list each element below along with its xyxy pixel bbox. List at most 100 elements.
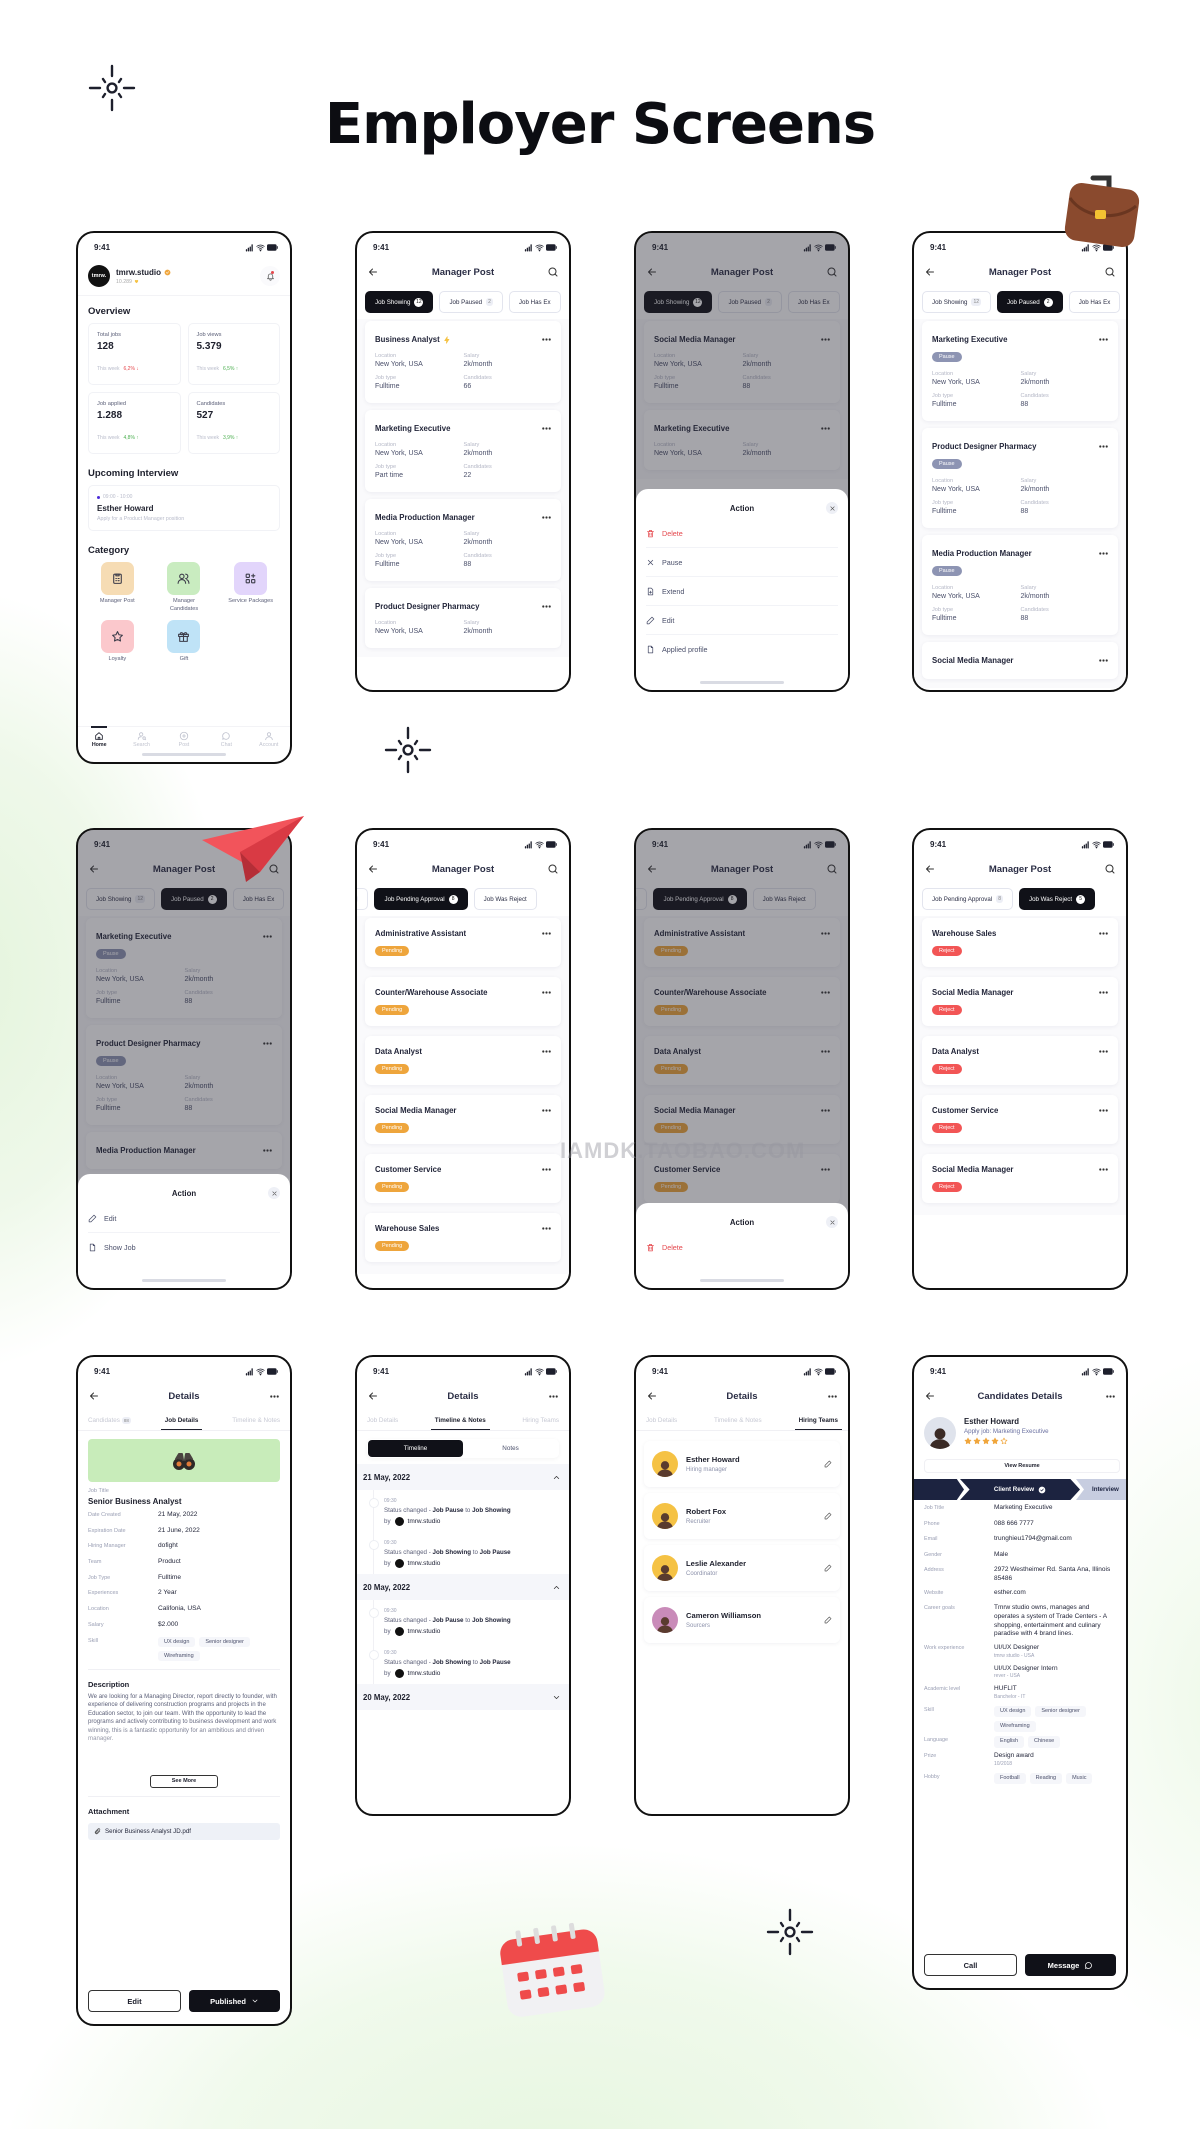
more-icon[interactable] bbox=[1098, 1105, 1109, 1116]
job-card[interactable]: Administrative Assistant Pending bbox=[365, 918, 561, 967]
more-icon[interactable] bbox=[1098, 928, 1109, 939]
stat-card-total-jobs[interactable]: Total jobs 128 This week 6,2% bbox=[88, 323, 181, 385]
more-icon[interactable] bbox=[1098, 441, 1109, 452]
more-icon[interactable] bbox=[548, 1391, 559, 1402]
x-icon[interactable] bbox=[826, 1216, 838, 1228]
more-icon[interactable] bbox=[1098, 548, 1109, 559]
category-loyalty[interactable]: Loyalty bbox=[84, 620, 151, 664]
search-icon[interactable] bbox=[547, 863, 559, 875]
tab-job-showing[interactable]: Job Showing 12 bbox=[365, 291, 434, 313]
category-service-packages[interactable]: Service Packages bbox=[217, 562, 284, 613]
pencil-icon[interactable] bbox=[824, 1564, 832, 1572]
interview-card[interactable]: 09:00 - 10:00 Esther Howard Apply for a Pr… bbox=[88, 485, 280, 531]
stage-client-review[interactable]: Client Review bbox=[960, 1479, 1080, 1500]
pencil-icon[interactable] bbox=[824, 1460, 832, 1468]
more-icon[interactable] bbox=[541, 601, 552, 612]
tab-job-details[interactable]: Job Details bbox=[363, 1411, 402, 1430]
back-icon[interactable] bbox=[88, 1390, 100, 1402]
job-card[interactable]: Social Media Manager Pending bbox=[365, 1095, 561, 1144]
pencil-icon[interactable] bbox=[824, 1512, 832, 1520]
timeline-date-header[interactable]: 21 May, 2022 bbox=[357, 1464, 569, 1490]
tab-job-was-reject[interactable]: Job Was Reject 5 bbox=[1018, 888, 1096, 910]
nav-chat[interactable]: Chat bbox=[211, 731, 241, 748]
chevron-up-icon[interactable] bbox=[552, 1473, 561, 1482]
stat-card-job-applied[interactable]: Job applied 1.288 This week 4,8% bbox=[88, 392, 181, 454]
job-card[interactable]: Media Production Manager Pause Location New… bbox=[922, 535, 1118, 635]
tab-job-details[interactable]: Job Details bbox=[160, 1411, 203, 1430]
job-card[interactable]: Product Designer Pharmacy Pause Location Ne… bbox=[922, 428, 1118, 528]
category-gift[interactable]: Gift bbox=[151, 620, 218, 664]
more-icon[interactable] bbox=[1098, 334, 1109, 345]
more-icon[interactable] bbox=[541, 1105, 552, 1116]
more-icon[interactable] bbox=[541, 987, 552, 998]
company-avatar[interactable]: tmrw. bbox=[88, 265, 110, 287]
more-icon[interactable] bbox=[1105, 1391, 1116, 1402]
job-card[interactable]: Marketing Executive Pause Location New York… bbox=[922, 321, 1118, 421]
message-button[interactable]: Message bbox=[1025, 1954, 1116, 1976]
tab-hiring-teams[interactable]: Hiring Teams bbox=[518, 1411, 563, 1430]
nav-search[interactable]: Search bbox=[127, 731, 157, 748]
tab-timeline-notes[interactable]: Timeline & Notes bbox=[430, 1411, 490, 1430]
timeline-date-header[interactable]: 20 May, 2022 bbox=[357, 1574, 569, 1600]
back-icon[interactable] bbox=[924, 1390, 936, 1402]
tab-job-details[interactable]: Job Details bbox=[642, 1411, 681, 1430]
category-manager-post[interactable]: Manager Post bbox=[84, 562, 151, 613]
job-card[interactable]: Social Media Manager Reject bbox=[922, 1154, 1118, 1203]
back-icon[interactable] bbox=[367, 1390, 379, 1402]
tab-hiring-teams[interactable]: Hiring Teams bbox=[794, 1411, 842, 1430]
more-icon[interactable] bbox=[541, 1223, 552, 1234]
chevron-up-icon[interactable] bbox=[552, 1583, 561, 1592]
more-icon[interactable] bbox=[541, 334, 552, 345]
search-icon[interactable] bbox=[547, 266, 559, 278]
tab-job-was-reject[interactable]: Job Was Reject bbox=[473, 888, 537, 910]
tab-job-has-ex[interactable]: Job Has Ex bbox=[508, 291, 561, 313]
search-icon[interactable] bbox=[1104, 863, 1116, 875]
edit-button[interactable]: Edit bbox=[88, 1990, 181, 2012]
team-member-card[interactable]: Esther Howard Hiring manager bbox=[644, 1441, 840, 1487]
job-card[interactable]: Marketing Executive Location New York, USA… bbox=[365, 410, 561, 492]
nav-home[interactable]: Home bbox=[84, 726, 114, 748]
pencil-icon[interactable] bbox=[824, 1616, 832, 1624]
stage-previous[interactable] bbox=[914, 1479, 964, 1500]
more-icon[interactable] bbox=[1098, 1164, 1109, 1175]
tab-job-has-ex[interactable]: Job Has Ex bbox=[1068, 291, 1121, 313]
action-edit[interactable]: Edit bbox=[88, 1204, 280, 1233]
more-icon[interactable] bbox=[541, 512, 552, 523]
tab-job-showing[interactable]: Job Showing 12 bbox=[922, 291, 991, 313]
action-delete[interactable]: Delete bbox=[646, 1233, 838, 1262]
job-card[interactable]: Product Designer Pharmacy Location New Yor… bbox=[365, 588, 561, 648]
team-member-card[interactable]: Leslie Alexander Coordinator bbox=[644, 1545, 840, 1591]
tab-timeline-notes[interactable]: Timeline & Notes bbox=[228, 1411, 284, 1430]
nav-post[interactable]: Post bbox=[169, 731, 199, 748]
published-dropdown[interactable]: Published bbox=[189, 1990, 280, 2012]
stat-card-candidates[interactable]: Candidates 527 This week 3,9% bbox=[187, 392, 280, 454]
view-resume-button[interactable]: View Resume bbox=[924, 1459, 1120, 1473]
x-icon[interactable] bbox=[826, 502, 838, 514]
more-icon[interactable] bbox=[1098, 987, 1109, 998]
job-card[interactable]: Counter/Warehouse Associate Pending bbox=[365, 977, 561, 1026]
job-card[interactable]: Data Analyst Pending bbox=[365, 1036, 561, 1085]
back-icon[interactable] bbox=[924, 266, 936, 278]
job-card[interactable]: Media Production Manager Location New York… bbox=[365, 499, 561, 581]
back-icon[interactable] bbox=[367, 863, 379, 875]
action-delete[interactable]: Delete bbox=[646, 519, 838, 548]
tab-job-paused[interactable]: Job Paused8 bbox=[357, 888, 369, 910]
category-manager-candidates[interactable]: Manager Candidates bbox=[151, 562, 218, 613]
tab-job-pending-approval[interactable]: Job Pending Approval 8 bbox=[922, 888, 1013, 910]
stat-card-job-views[interactable]: Job views 5.379 This week 6,5% bbox=[187, 323, 280, 385]
more-icon[interactable] bbox=[541, 1164, 552, 1175]
action-show-job[interactable]: Show Job bbox=[88, 1233, 280, 1262]
back-icon[interactable] bbox=[367, 266, 379, 278]
nav-account[interactable]: Account bbox=[254, 731, 284, 748]
tab-job-paused[interactable]: Job Paused 2 bbox=[997, 291, 1063, 313]
tab-timeline-notes[interactable]: Timeline & Notes bbox=[710, 1411, 766, 1430]
more-icon[interactable] bbox=[1098, 1046, 1109, 1057]
job-card[interactable]: Customer Service Pending bbox=[365, 1154, 561, 1203]
attachment-file[interactable]: Senior Business Analyst JD.pdf bbox=[88, 1822, 280, 1840]
more-icon[interactable] bbox=[827, 1391, 838, 1402]
action-edit[interactable]: Edit bbox=[646, 606, 838, 635]
action-applied-profile[interactable]: Applied profile bbox=[646, 635, 838, 664]
tab-candidates[interactable]: Candidates 88 bbox=[84, 1411, 135, 1430]
job-card[interactable]: Customer Service Reject bbox=[922, 1095, 1118, 1144]
team-member-card[interactable]: Cameron Williamson Sourcers bbox=[644, 1597, 840, 1643]
